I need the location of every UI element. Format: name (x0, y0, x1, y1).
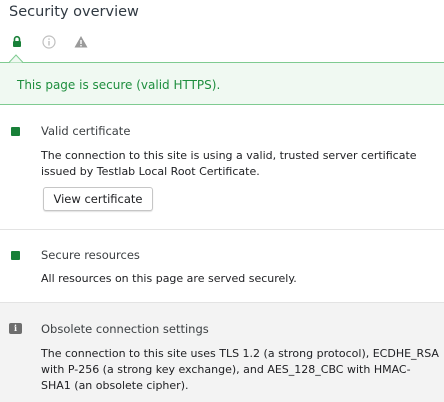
secure-status-square-icon (11, 127, 20, 136)
section-title: Valid certificate (41, 124, 131, 138)
page-title: Security overview (9, 4, 139, 20)
selected-tab-pointer (9, 54, 23, 63)
warning-triangle-icon[interactable] (73, 34, 89, 50)
section-description: The connection to this site uses TLS 1.2… (41, 347, 439, 392)
section-title: Secure resources (41, 248, 140, 262)
view-certificate-button[interactable]: View certificate (43, 187, 153, 211)
info-circle-icon[interactable] (41, 34, 57, 50)
lock-icon[interactable] (9, 34, 25, 50)
banner-text: This page is secure (valid HTTPS). (17, 78, 221, 92)
secure-status-square-icon (11, 251, 20, 260)
obsolete-connection-section: i Obsolete connection settings The conne… (0, 303, 444, 402)
valid-certificate-section: Valid certificate The connection to this… (0, 105, 444, 230)
secure-banner: This page is secure (valid HTTPS). (0, 62, 444, 105)
info-badge-icon: i (9, 323, 22, 334)
secure-resources-section: Secure resources All resources on this p… (0, 230, 444, 303)
security-header: Security overview (0, 0, 444, 62)
section-title: Obsolete connection settings (41, 322, 209, 336)
section-description: The connection to this site is using a v… (41, 149, 417, 178)
section-description: All resources on this page are served se… (41, 272, 297, 285)
